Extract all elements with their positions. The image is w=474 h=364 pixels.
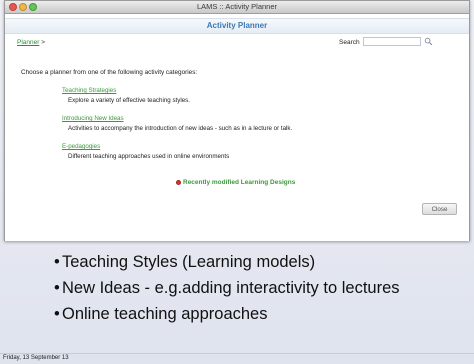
page-title: Activity Planner <box>206 21 268 30</box>
category-description: Different teaching approaches used in on… <box>68 153 230 160</box>
recent-bullet-icon <box>176 180 181 185</box>
category-description: Explore a variety of effective teaching … <box>68 97 190 104</box>
footer-divider <box>0 353 474 354</box>
breadcrumb: Planner > <box>17 39 45 46</box>
footer-date: Friday, 13 September 13 <box>3 355 69 361</box>
category-link-e-pedagogies[interactable]: E-pedagogies <box>62 143 100 150</box>
window-titlebar[interactable]: LAMS :: Activity Planner <box>5 1 469 14</box>
intro-text: Choose a planner from one of the followi… <box>21 69 198 76</box>
magnifier-icon[interactable] <box>424 37 433 46</box>
breadcrumb-planner-link[interactable]: Planner <box>17 39 39 46</box>
breadcrumb-separator: > <box>41 39 46 46</box>
category-link-teaching-strategies[interactable]: Teaching Strategies <box>62 87 116 94</box>
recent-designs-link[interactable]: Recently modified Learning Designs <box>183 179 295 186</box>
planner-content: Activity Planner Planner > Search Choose… <box>5 14 469 241</box>
slide-bullet: • Online teaching approaches <box>54 305 268 323</box>
search-label: Search <box>339 39 360 46</box>
slide-bullet: • Teaching Styles (Learning models) <box>54 253 316 271</box>
planner-header: Activity Planner <box>5 18 469 34</box>
category-link-introducing-new-ideas[interactable]: Introducing New Ideas <box>62 115 124 122</box>
category-description: Activities to accompany the introduction… <box>68 125 293 132</box>
search-input[interactable] <box>363 37 421 46</box>
close-button[interactable]: Close <box>422 203 457 215</box>
slide-bullet: • New Ideas - e.g.adding interactivity to… <box>54 279 400 297</box>
lams-window: LAMS :: Activity Planner Activity Planne… <box>4 0 470 241</box>
window-title: LAMS :: Activity Planner <box>196 2 278 11</box>
